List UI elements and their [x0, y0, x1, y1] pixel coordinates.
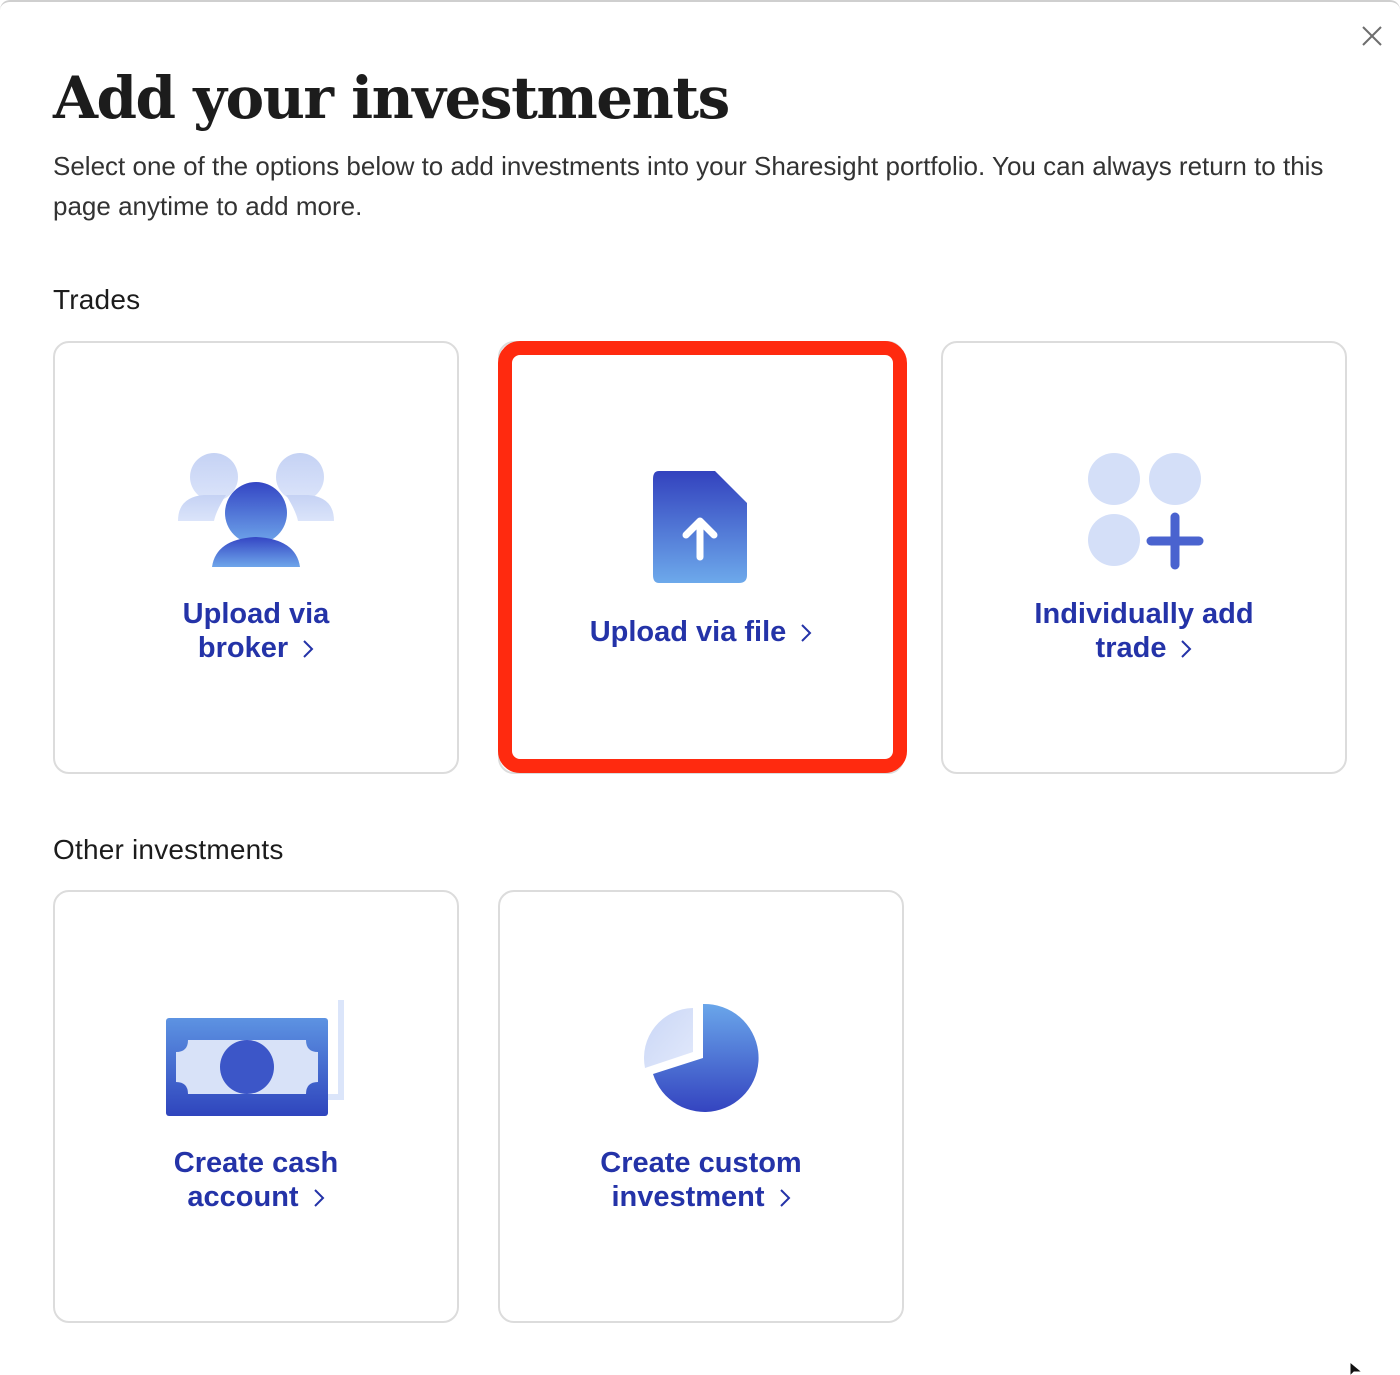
page-subtitle: Select one of the options below to add i…	[53, 151, 1324, 221]
close-button[interactable]	[1358, 22, 1386, 50]
people-icon	[178, 453, 334, 567]
upload-via-file-label: Upload via file	[520, 615, 882, 649]
create-cash-account-card[interactable]: Create cash account	[53, 890, 459, 1323]
create-custom-investment-label: Create custom investment	[600, 1147, 802, 1213]
page-title: Add your investments	[53, 64, 730, 132]
chevron-right-icon	[779, 1189, 790, 1208]
add-grid-icon	[1088, 453, 1204, 570]
section-label-other-investments: Other investments	[53, 834, 284, 865]
chevron-right-icon	[303, 640, 314, 659]
section-label-trades: Trades	[53, 284, 141, 315]
individually-add-trade-card[interactable]: Individually add trade	[941, 341, 1347, 774]
chevron-right-icon	[1181, 640, 1192, 659]
pie-chart-icon	[643, 1003, 759, 1112]
banknote-icon	[166, 1000, 344, 1116]
upload-file-icon	[653, 471, 747, 583]
close-icon	[1362, 26, 1382, 46]
create-custom-investment-card[interactable]: Create custom investment	[498, 890, 904, 1323]
upload-via-broker-card[interactable]: Upload via broker	[53, 341, 459, 774]
chevron-right-icon	[313, 1189, 325, 1208]
chevron-right-icon	[801, 624, 812, 643]
create-cash-account-label: Create cash account	[173, 1147, 339, 1213]
individually-add-trade-label: Individually add trade	[1034, 598, 1254, 664]
add-investments-modal: Add your investments Select one of the o…	[0, 0, 1400, 1375]
upload-via-file-card[interactable]: Upload via file	[498, 341, 904, 774]
upload-via-broker-label: Upload via broker	[182, 598, 330, 664]
mouse-cursor-icon	[1349, 1362, 1364, 1375]
